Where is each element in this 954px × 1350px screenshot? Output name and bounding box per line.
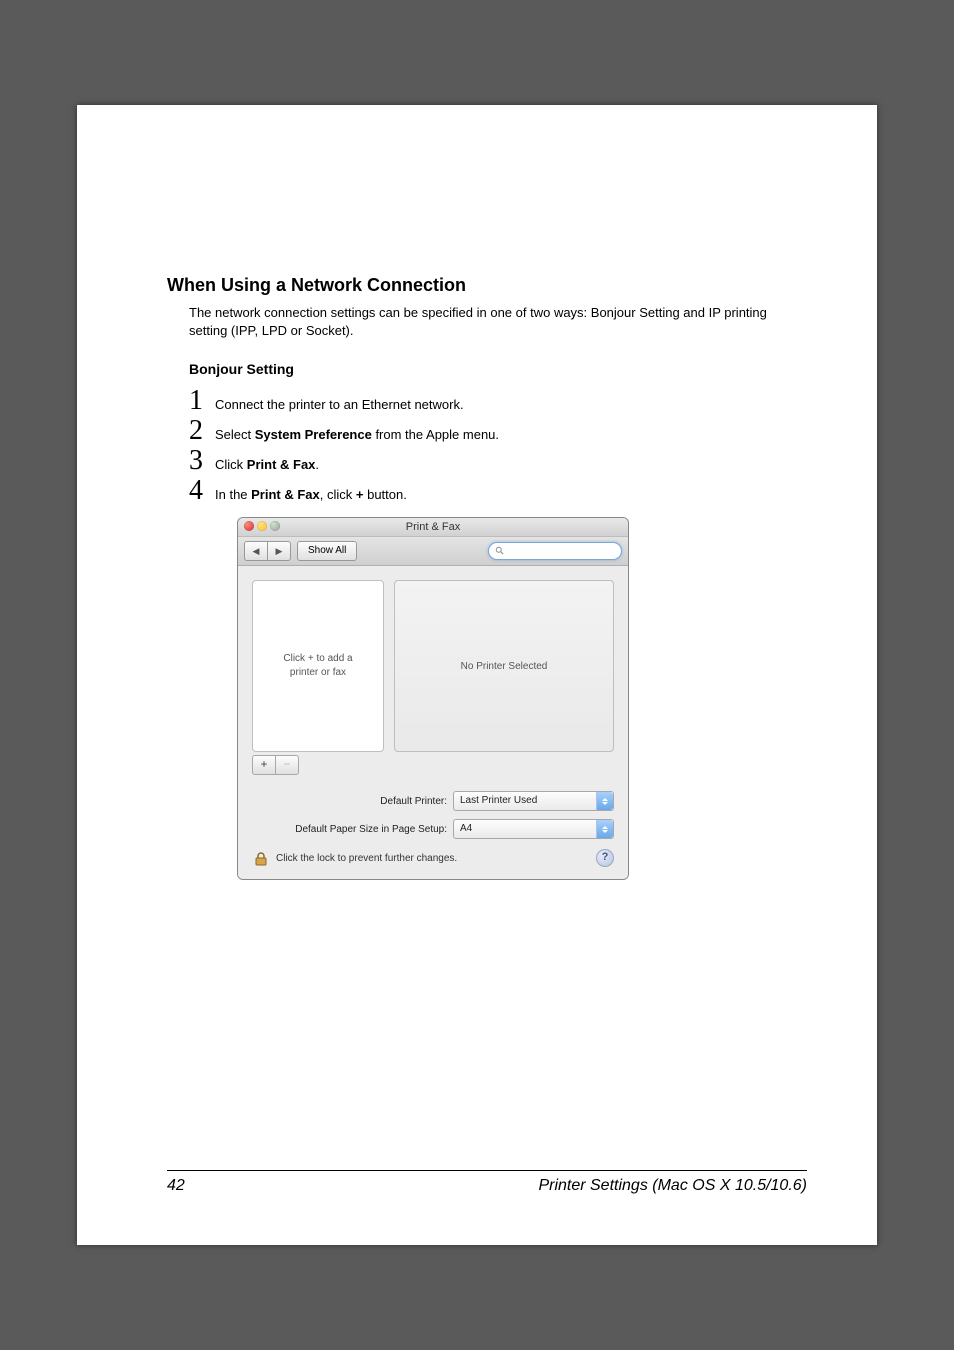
default-printer-row: Default Printer: Last Printer Used xyxy=(252,791,614,811)
step-number: 4 xyxy=(189,477,215,505)
chevron-updown-icon xyxy=(596,792,613,810)
paper-size-select[interactable]: A4 xyxy=(453,819,614,839)
intro-paragraph: The network connection settings can be s… xyxy=(189,304,807,339)
default-printer-label: Default Printer: xyxy=(252,796,453,807)
sub-heading: Bonjour Setting xyxy=(189,361,807,377)
default-printer-select[interactable]: Last Printer Used xyxy=(453,791,614,811)
printer-detail-pane: No Printer Selected xyxy=(394,580,614,752)
lock-text: Click the lock to prevent further change… xyxy=(276,853,590,864)
step-number: 2 xyxy=(189,417,215,445)
no-printer-label: No Printer Selected xyxy=(461,661,548,672)
step-text: Select System Preference from the Apple … xyxy=(215,421,499,442)
add-printer-button[interactable]: + xyxy=(252,755,276,775)
step-3: 3 Click Print & Fax. xyxy=(189,447,807,475)
window-body: Click + to add a printer or fax No Print… xyxy=(238,566,628,879)
nav-buttons: ◀ ▶ xyxy=(244,541,291,561)
search-icon xyxy=(495,546,505,556)
search-input[interactable] xyxy=(488,542,622,560)
step-number: 1 xyxy=(189,387,215,415)
printer-list[interactable]: Click + to add a printer or fax xyxy=(252,580,384,752)
traffic-lights xyxy=(244,521,280,531)
step-text: In the Print & Fax, click + button. xyxy=(215,481,407,502)
step-text: Click Print & Fax. xyxy=(215,451,319,472)
footer-title: Printer Settings (Mac OS X 10.5/10.6) xyxy=(538,1177,807,1195)
window-titlebar: Print & Fax xyxy=(238,518,628,537)
show-all-button[interactable]: Show All xyxy=(297,541,357,561)
close-icon[interactable] xyxy=(244,521,254,531)
step-1: 1 Connect the printer to an Ethernet net… xyxy=(189,387,807,415)
step-4: 4 In the Print & Fax, click + button. xyxy=(189,477,807,505)
print-fax-window: Print & Fax ◀ ▶ Show All xyxy=(237,517,629,880)
zoom-icon xyxy=(270,521,280,531)
document-page: When Using a Network Connection The netw… xyxy=(77,105,877,1245)
window-toolbar: ◀ ▶ Show All xyxy=(238,537,628,566)
step-text: Connect the printer to an Ethernet netwo… xyxy=(215,391,464,412)
add-remove-buttons: + − xyxy=(252,755,614,775)
section-heading: When Using a Network Connection xyxy=(167,275,807,296)
remove-printer-button: − xyxy=(276,755,299,775)
default-printer-value: Last Printer Used xyxy=(460,795,537,806)
paper-size-row: Default Paper Size in Page Setup: A4 xyxy=(252,819,614,839)
page-footer: 42 Printer Settings (Mac OS X 10.5/10.6) xyxy=(167,1170,807,1195)
printer-list-placeholder: Click + to add a printer or fax xyxy=(283,652,352,680)
footer-rule xyxy=(167,1170,807,1171)
step-number: 3 xyxy=(189,447,215,475)
help-button[interactable]: ? xyxy=(596,849,614,867)
minimize-icon[interactable] xyxy=(257,521,267,531)
page-number: 42 xyxy=(167,1177,185,1195)
step-2: 2 Select System Preference from the Appl… xyxy=(189,417,807,445)
paper-size-value: A4 xyxy=(460,823,472,834)
window-title: Print & Fax xyxy=(406,521,460,533)
lock-icon[interactable] xyxy=(252,849,270,867)
back-button[interactable]: ◀ xyxy=(244,541,268,561)
paper-size-label: Default Paper Size in Page Setup: xyxy=(252,824,453,835)
chevron-updown-icon xyxy=(596,820,613,838)
forward-button[interactable]: ▶ xyxy=(268,541,291,561)
